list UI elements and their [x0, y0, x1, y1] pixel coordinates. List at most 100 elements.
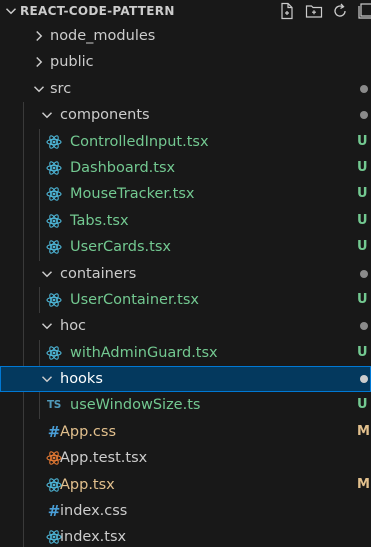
tree-item-label: index.tsx [60, 529, 127, 546]
chevron-down-icon[interactable] [30, 80, 48, 98]
indent-guide [39, 286, 40, 314]
tree-item-label: MouseTracker.tsx [70, 186, 195, 203]
tree-file[interactable]: # App.css M [0, 418, 371, 446]
tree-file[interactable]: UserContainer.tsx U [0, 286, 371, 314]
tree-item-label: UserCards.tsx [70, 239, 171, 256]
chevron-right-icon[interactable] [30, 53, 48, 71]
collapse-all-icon[interactable] [356, 1, 371, 21]
tree-item-label: hoc [60, 318, 87, 335]
indent-guide [23, 154, 24, 182]
typescript-icon: TS [46, 397, 62, 413]
tree-item-label: ControlledInput.tsx [70, 133, 209, 150]
tree-file[interactable]: UserCards.tsx U [0, 234, 371, 261]
indent-guide [23, 234, 24, 261]
tree-file[interactable]: TS useWindowSize.ts U [0, 392, 371, 419]
indent-guide [23, 339, 24, 367]
tree-item-label: hooks [60, 371, 103, 388]
tree-file[interactable]: # index.css [0, 498, 371, 525]
react-icon [46, 345, 62, 361]
tree-item-label: Tabs.tsx [70, 212, 129, 229]
react-icon [46, 292, 62, 308]
explorer-header[interactable]: REACT-CODE-PATTERN [0, 0, 371, 22]
react-icon [46, 213, 62, 229]
untracked-badge: U [357, 291, 368, 307]
tree-item-label: App.css [60, 423, 117, 440]
tree-file[interactable]: Dashboard.tsx U [0, 154, 371, 182]
tree-folder[interactable]: node_modules [0, 23, 371, 49]
tree-file[interactable]: App.tsx M [0, 471, 371, 499]
refresh-icon[interactable] [330, 1, 350, 21]
tree-item-label: App.test.tsx [60, 450, 148, 467]
indent-guide [23, 392, 24, 419]
file-tree: node_modules public src components Controlle… [0, 23, 371, 547]
chevron-down-icon[interactable] [38, 317, 56, 335]
react-icon [46, 186, 62, 202]
chevron-down-icon[interactable] [2, 2, 20, 20]
tree-folder[interactable]: containers [0, 260, 371, 287]
indent-guide [39, 128, 40, 155]
workspace-title[interactable]: REACT-CODE-PATTERN [20, 3, 175, 19]
indent-guide [23, 418, 24, 446]
changes-dot [360, 322, 368, 331]
changes-dot [360, 375, 368, 384]
tree-file[interactable]: MouseTracker.tsx U [0, 181, 371, 208]
tree-item-label: App.tsx [60, 476, 115, 493]
indent-guide [23, 128, 24, 155]
indent-guide [39, 392, 40, 419]
tree-file[interactable]: ControlledInput.tsx U [0, 128, 371, 155]
indent-guide [23, 207, 24, 235]
new-file-icon[interactable] [277, 1, 297, 21]
tree-item-label: node_modules [50, 28, 156, 44]
indent-guide [23, 471, 24, 499]
indent-guide [23, 286, 24, 314]
tree-file[interactable]: Tabs.tsx U [0, 207, 371, 235]
chevron-down-icon[interactable] [38, 265, 56, 283]
new-folder-icon[interactable] [304, 1, 324, 21]
untracked-badge: U [357, 344, 368, 360]
tree-file[interactable]: index.tsx [0, 524, 371, 547]
modified-badge: M [357, 476, 370, 492]
react-icon [46, 160, 62, 176]
indent-guide [23, 181, 24, 208]
changes-dot [360, 269, 368, 278]
untracked-badge: U [357, 159, 368, 175]
tree-folder[interactable]: hooks [0, 366, 371, 393]
tree-folder[interactable]: public [0, 49, 371, 75]
tree-folder[interactable]: components [0, 102, 371, 129]
tree-file[interactable]: withAdminGuard.tsx U [0, 339, 371, 367]
indent-guide [39, 181, 40, 208]
react-icon [46, 134, 62, 150]
modified-badge: M [357, 423, 370, 439]
indent-guide [39, 234, 40, 261]
tree-item-label: withAdminGuard.tsx [70, 344, 218, 361]
indent-guide [39, 339, 40, 367]
tree-folder[interactable]: hoc [0, 313, 371, 340]
untracked-badge: U [357, 186, 368, 202]
indent-guide [23, 445, 24, 472]
chevron-down-icon[interactable] [38, 370, 56, 388]
tree-item-label: containers [60, 265, 137, 282]
untracked-badge: U [357, 239, 368, 255]
changes-dot [360, 84, 368, 93]
tree-item-label: useWindowSize.ts [70, 397, 201, 414]
chevron-right-icon[interactable] [30, 27, 48, 45]
react-icon [46, 239, 62, 255]
indent-guide [23, 313, 24, 340]
untracked-badge: U [357, 212, 368, 228]
tree-item-label: Dashboard.tsx [70, 159, 176, 176]
untracked-badge: U [357, 397, 368, 413]
indent-guide [23, 524, 24, 547]
tree-item-label: src [50, 80, 72, 97]
untracked-badge: U [357, 133, 368, 149]
changes-dot [360, 111, 368, 120]
tree-file[interactable]: App.test.tsx [0, 445, 371, 472]
tree-item-label: UserContainer.tsx [70, 291, 200, 308]
css-hash-icon-text: # [47, 422, 61, 441]
indent-guide [23, 102, 24, 129]
tree-folder[interactable]: src [0, 76, 371, 102]
chevron-down-icon[interactable] [38, 106, 56, 124]
indent-guide [23, 260, 24, 287]
tree-item-label: index.css [60, 503, 128, 520]
indent-guide [39, 207, 40, 235]
indent-guide [23, 498, 24, 525]
